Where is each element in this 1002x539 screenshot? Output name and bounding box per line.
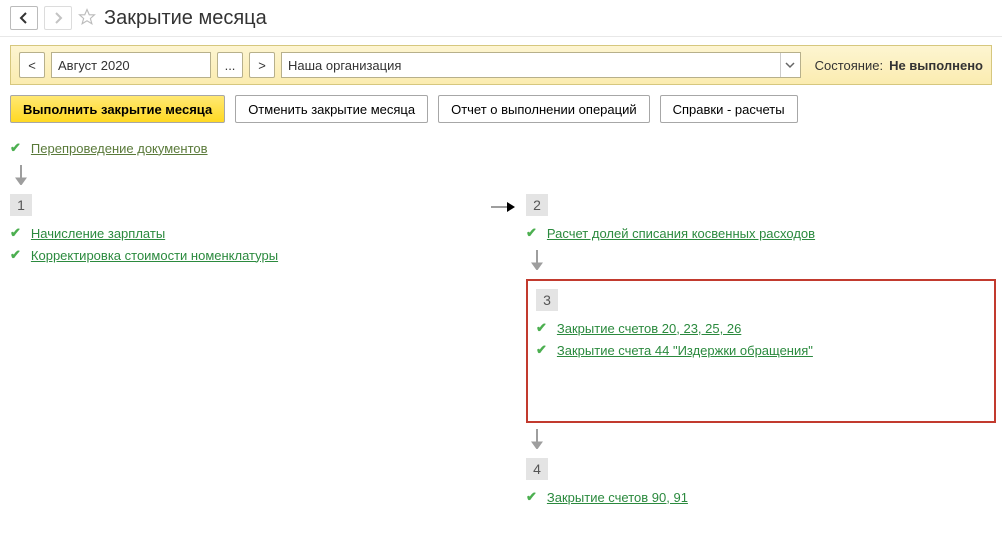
arrow-right-icon <box>480 194 526 214</box>
report-button[interactable]: Отчет о выполнении операций <box>438 95 650 123</box>
organization-select[interactable]: Наша организация <box>281 52 801 78</box>
stage-1-num: 1 <box>10 194 32 216</box>
stage-3-num: 3 <box>536 289 558 311</box>
cancel-button[interactable]: Отменить закрытие месяца <box>235 95 428 123</box>
stage-2-num: 2 <box>526 194 548 216</box>
period-field[interactable]: Август 2020 <box>51 52 211 78</box>
op-close-20-23-25-26[interactable]: Закрытие счетов 20, 23, 25, 26 <box>557 321 741 336</box>
nav-forward-button[interactable] <box>44 6 72 30</box>
arrow-down-icon <box>14 165 992 188</box>
op-close-90-91[interactable]: Закрытие счетов 90, 91 <box>547 490 688 505</box>
dropdown-icon <box>780 53 800 77</box>
stage-3-highlight: 3 ✔ Закрытие счетов 20, 23, 25, 26 ✔ Зак… <box>526 279 996 423</box>
op-cost-adjustment[interactable]: Корректировка стоимости номенклатуры <box>31 248 278 263</box>
favorite-icon[interactable] <box>78 8 96 29</box>
check-icon: ✔ <box>10 247 21 263</box>
execute-button[interactable]: Выполнить закрытие месяца <box>10 95 225 123</box>
period-next-button[interactable]: > <box>249 52 275 78</box>
status-label: Состояние: <box>815 58 883 73</box>
arrow-down-icon <box>530 250 996 273</box>
period-prev-button[interactable]: < <box>19 52 45 78</box>
op-salary[interactable]: Начисление зарплаты <box>31 226 165 241</box>
check-icon: ✔ <box>10 225 21 241</box>
status-value: Не выполнено <box>889 58 983 73</box>
check-icon: ✔ <box>526 225 537 241</box>
nav-back-button[interactable] <box>10 6 38 30</box>
page-title: Закрытие месяца <box>104 7 267 30</box>
organization-value: Наша организация <box>288 58 401 73</box>
period-picker-button[interactable]: ... <box>217 52 243 78</box>
op-close-44[interactable]: Закрытие счета 44 "Издержки обращения" <box>557 343 813 358</box>
check-icon: ✔ <box>536 320 547 336</box>
arrow-down-icon <box>530 429 996 452</box>
op-indirect-costs[interactable]: Расчет долей списания косвенных расходов <box>547 226 815 241</box>
check-icon: ✔ <box>536 342 547 358</box>
check-icon: ✔ <box>10 140 21 156</box>
op-repost-docs[interactable]: Перепроведение документов <box>31 141 208 156</box>
stage-4-num: 4 <box>526 458 548 480</box>
check-icon: ✔ <box>526 489 537 505</box>
references-button[interactable]: Справки - расчеты <box>660 95 798 123</box>
period-toolbar: < Август 2020 ... > Наша организация Сос… <box>10 45 992 85</box>
